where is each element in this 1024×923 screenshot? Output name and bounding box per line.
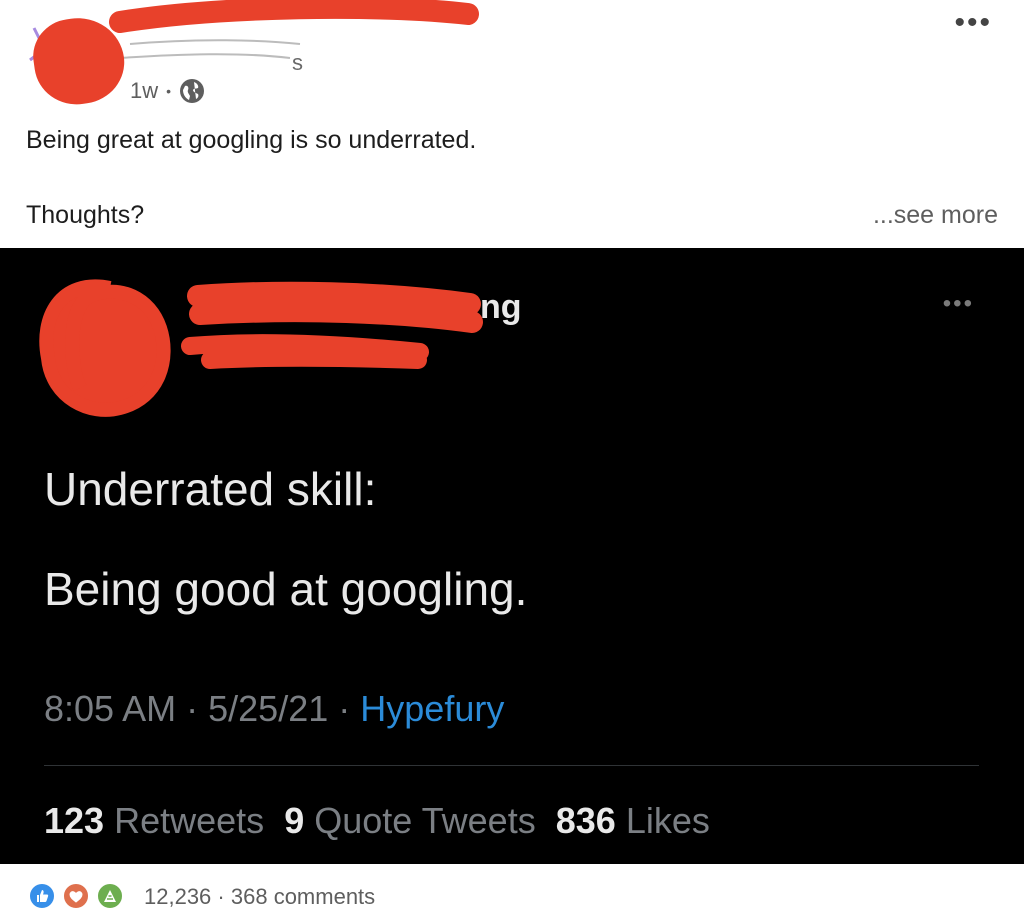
reactions-stats: 12,236 · 368 comments bbox=[144, 884, 375, 910]
globe-icon bbox=[179, 78, 205, 104]
retweets-stat[interactable]: 123 Retweets bbox=[44, 800, 264, 841]
reactions-count[interactable]: 12,236 bbox=[144, 884, 211, 909]
quote-tweets-count: 9 bbox=[284, 800, 305, 841]
quote-tweets-label: Quote Tweets bbox=[314, 800, 536, 841]
post-more-button[interactable]: ••• bbox=[954, 8, 992, 38]
like-icon[interactable] bbox=[28, 882, 56, 910]
reactions-bar: 12,236 · 368 comments bbox=[0, 864, 1024, 923]
love-icon[interactable] bbox=[62, 882, 90, 910]
tweet-divider bbox=[44, 765, 979, 766]
svg-text:s: s bbox=[292, 50, 303, 75]
tweet-stats: 123 Retweets 9 Quote Tweets 836 Likes bbox=[44, 800, 710, 842]
tweet-time: 8:05 AM bbox=[44, 688, 177, 729]
likes-count: 836 bbox=[555, 800, 616, 841]
tweet-screenshot[interactable]: ng ••• Underrated skill: Being good at g… bbox=[0, 248, 1024, 864]
tweet-text-line-2: Being good at googling. bbox=[44, 563, 528, 615]
post-meta: 1w • bbox=[130, 78, 205, 104]
tweet-more-button[interactable]: ••• bbox=[943, 290, 974, 318]
post-header: s ••• 1w • Being great at googling is so… bbox=[0, 0, 1024, 248]
retweets-count: 123 bbox=[44, 800, 105, 841]
quote-tweets-stat[interactable]: 9 Quote Tweets bbox=[284, 800, 536, 841]
likes-label: Likes bbox=[625, 800, 710, 841]
tweet-sep-2: · bbox=[338, 688, 351, 729]
tweet-redaction-scribble bbox=[39, 279, 483, 417]
tweet-author-name-partial: ng bbox=[480, 288, 522, 326]
tweet-meta: 8:05 AM · 5/25/21 · Hypefury bbox=[44, 688, 504, 730]
more-horizontal-icon: ••• bbox=[942, 290, 974, 317]
retweets-label: Retweets bbox=[114, 800, 265, 841]
post-text-line-1: Being great at googling is so underrated… bbox=[26, 126, 477, 154]
post-text-line-2: Thoughts? bbox=[26, 201, 145, 229]
tweet-source-link[interactable]: Hypefury bbox=[360, 688, 504, 729]
post-time: 1w bbox=[130, 78, 159, 103]
tweet-date: 5/25/21 bbox=[208, 688, 329, 729]
comments-count-link[interactable]: 368 comments bbox=[231, 884, 375, 909]
tweet-text-line-1: Underrated skill: bbox=[44, 463, 377, 515]
more-horizontal-icon: ••• bbox=[954, 6, 992, 39]
reactions-sep: · bbox=[217, 884, 225, 909]
likes-stat[interactable]: 836 Likes bbox=[556, 800, 710, 841]
tweet-sep-1: · bbox=[186, 688, 199, 729]
meta-separator: • bbox=[166, 83, 172, 99]
celebrate-icon[interactable] bbox=[96, 882, 124, 910]
see-more-link[interactable]: ...see more bbox=[873, 201, 998, 230]
